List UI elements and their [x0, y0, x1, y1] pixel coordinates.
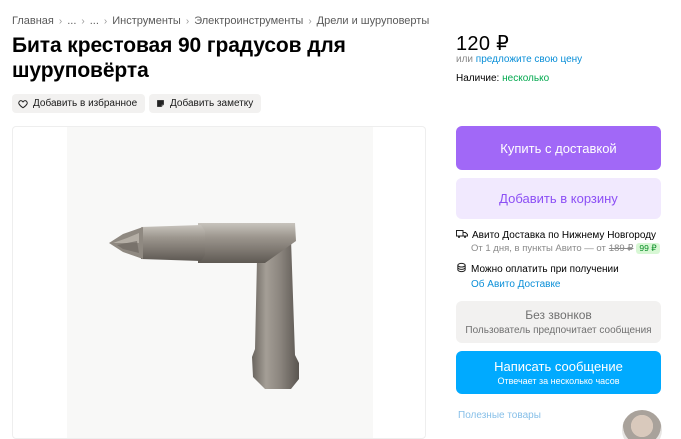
breadcrumb-drills[interactable]: Дрели и шуруповерты [317, 15, 430, 27]
breadcrumb-tools[interactable]: Инструменты [112, 15, 181, 27]
coins-icon [456, 262, 467, 276]
breadcrumb-power-tools[interactable]: Электроинструменты [194, 15, 303, 27]
price: 120 ₽ [456, 33, 510, 55]
write-message-button[interactable]: Написать сообщение Отвечает за несколько… [456, 351, 661, 394]
screwdriver-bit-image [109, 223, 299, 389]
delivery-terms: От 1 дня, в пункты Авито — от 189 ₽ 99 ₽ [471, 243, 660, 254]
price-offer: или предложите свою цену [456, 54, 582, 65]
about-avito-delivery-link[interactable]: Об Авито Доставке [471, 279, 561, 290]
availability-value: несколько [502, 73, 550, 84]
chevron-right-icon: › [308, 15, 312, 27]
write-message-subtitle: Отвечает за несколько часов [497, 376, 620, 386]
chevron-right-icon: › [185, 15, 190, 27]
payment-on-receipt: Можно оплатить при получении [456, 262, 619, 276]
page-title: Бита крестовая 90 градусов для шуруповёр… [12, 34, 346, 82]
availability: Наличие: несколько [456, 73, 549, 84]
payment-on-receipt-label: Можно оплатить при получении [471, 263, 619, 275]
no-calls-subtitle: Пользователь предпочитает сообщения [465, 325, 652, 336]
delivery-info: Авито Доставка по Нижнему Новгороду [456, 229, 656, 242]
useful-goods-link[interactable]: Полезные товары [458, 410, 541, 421]
add-note-label: Добавить заметку [170, 98, 254, 109]
add-to-favorites-label: Добавить в избранное [33, 98, 138, 109]
delivery-terms-text: От 1 дня, в пункты Авито — от [471, 243, 606, 254]
chevron-right-icon: › [81, 15, 85, 27]
product-photo[interactable] [12, 126, 426, 439]
add-note-button[interactable]: Добавить заметку [149, 94, 262, 113]
breadcrumb-ellipsis[interactable]: ... [90, 15, 99, 27]
truck-icon [456, 229, 468, 242]
buy-with-delivery-button[interactable]: Купить с доставкой [456, 126, 661, 170]
chevron-right-icon: › [58, 15, 63, 27]
delivery-new-price-badge: 99 ₽ [636, 243, 660, 254]
breadcrumb: Главная › ... › ... › Инструменты › Элек… [12, 15, 429, 27]
seller-avatar[interactable] [622, 410, 662, 439]
add-to-cart-button[interactable]: Добавить в корзину [456, 178, 661, 219]
write-message-title: Написать сообщение [494, 359, 623, 374]
delivery-old-price: 189 ₽ [608, 243, 634, 254]
heart-icon [18, 99, 28, 109]
delivery-title: Авито Доставка по Нижнему Новгороду [472, 230, 657, 241]
price-offer-prefix: или [456, 54, 474, 65]
no-calls-title: Без звонков [525, 308, 592, 322]
offer-price-link[interactable]: предложите свою цену [476, 54, 582, 65]
note-icon [155, 99, 165, 109]
buy-with-delivery-label: Купить с доставкой [500, 140, 617, 156]
breadcrumb-home[interactable]: Главная [12, 15, 54, 27]
add-to-favorites-button[interactable]: Добавить в избранное [12, 94, 146, 113]
no-calls-button[interactable]: Без звонков Пользователь предпочитает со… [456, 301, 661, 343]
breadcrumb-ellipsis[interactable]: ... [67, 15, 76, 27]
chevron-right-icon: › [103, 15, 108, 27]
availability-label: Наличие: [456, 73, 500, 84]
add-to-cart-label: Добавить в корзину [499, 191, 618, 206]
